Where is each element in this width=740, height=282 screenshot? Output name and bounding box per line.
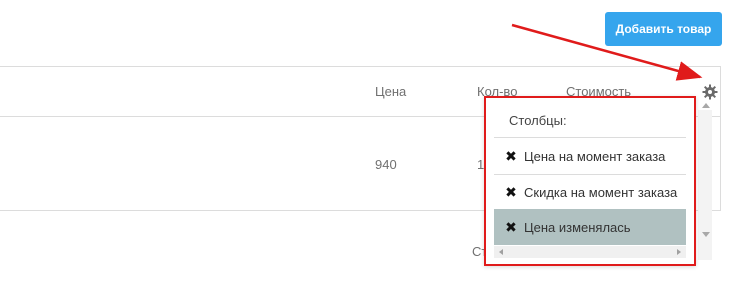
column-header-price[interactable]: Цена: [375, 84, 406, 99]
close-icon: ✖: [505, 184, 517, 200]
add-product-button[interactable]: Добавить товар: [605, 12, 722, 46]
scroll-up-arrow[interactable]: [702, 103, 710, 108]
columns-menu: Столбцы: ✖ Цена на момент заказа ✖ Скидк…: [484, 96, 696, 266]
menu-item-label: Цена изменялась: [524, 219, 631, 235]
vertical-scrollbar[interactable]: [698, 110, 712, 260]
scroll-right-arrow[interactable]: [677, 249, 681, 255]
menu-item-label: Скидка на момент заказа: [524, 185, 678, 200]
horizontal-scrollbar[interactable]: [494, 246, 686, 258]
scroll-left-arrow[interactable]: [499, 249, 503, 255]
cell-price: 940: [375, 157, 397, 172]
columns-menu-title: Столбцы:: [494, 106, 686, 138]
scroll-down-arrow[interactable]: [702, 232, 710, 237]
close-icon: ✖: [505, 218, 517, 235]
gear-icon[interactable]: [702, 84, 718, 100]
menu-item-price-changed[interactable]: ✖ Цена изменялась: [494, 209, 686, 245]
menu-item-price-at-order[interactable]: ✖ Цена на момент заказа: [494, 139, 686, 175]
close-icon: ✖: [505, 148, 517, 164]
menu-item-label: Цена на момент заказа: [524, 149, 666, 164]
menu-item-discount-at-order[interactable]: ✖ Скидка на момент заказа: [494, 175, 686, 211]
